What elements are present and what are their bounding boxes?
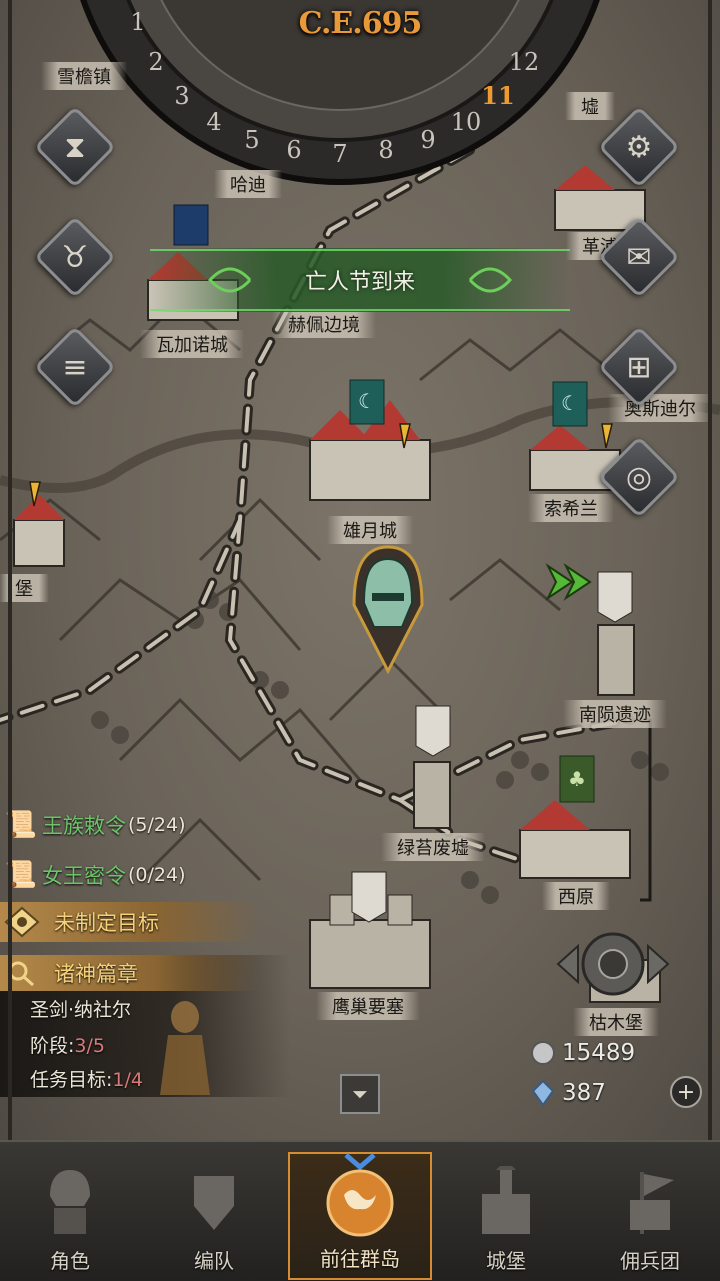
svg-text:7: 7 (332, 140, 347, 168)
player-helmet-marker[interactable] (352, 545, 424, 675)
helmet-shield-icon (179, 1161, 249, 1241)
knight-icon (35, 1161, 105, 1241)
lore-stage: 阶段:3/5 (30, 1035, 105, 1057)
svg-text:☾: ☾ (561, 391, 579, 415)
money-bag-icon: ♉ (61, 239, 89, 275)
location-hadao[interactable]: 哈迪 (214, 170, 282, 198)
collapse-icon: ⏷ (352, 1082, 368, 1106)
gear-icon: ⚙ (625, 129, 653, 165)
festival-text: 亡人节到来 (304, 270, 415, 295)
hourglass-icon: ⧗ (64, 129, 86, 165)
world-map[interactable]: ☾ ☾ ♣ 1 2 3 4 5 6 7 8 9 10 11 12 C.E.695… (0, 0, 720, 1140)
location-hepei[interactable]: 赫佩边境 (272, 310, 376, 338)
scroll-quest-icon: 📜 (4, 860, 38, 890)
tab-character[interactable]: 角色 (0, 1152, 140, 1280)
location-bao[interactable]: 堡 (0, 574, 49, 602)
hero-portrait-icon (160, 1001, 210, 1095)
location-xiongyue[interactable]: 雄月城 (327, 516, 413, 544)
svg-text:3: 3 (174, 82, 189, 110)
scroll-icon: ≡ (62, 349, 88, 385)
svg-text:2: 2 (148, 48, 163, 76)
lore-panel[interactable]: 诸神篇章 圣剑·纳社尔 阶段:3/5 任务目标:1/4 (0, 955, 290, 1097)
fortress-yingchao-icon (309, 871, 431, 989)
lore-header: 诸神篇章 (0, 955, 260, 991)
tower-nanyun-icon (597, 571, 635, 696)
tab-archipelago[interactable]: 前往群岛 (288, 1152, 432, 1280)
svg-text:8: 8 (378, 136, 393, 164)
lore-target: 任务目标:1/4 (30, 1069, 143, 1091)
tab-label: 编队 (194, 1249, 234, 1273)
locate-compass-button[interactable] (556, 928, 670, 1000)
location-aosidier[interactable]: 奥斯迪尔 (608, 394, 712, 422)
svg-text:6: 6 (286, 136, 301, 164)
add-crystal-button[interactable]: + (670, 1076, 702, 1108)
grid-icon: ⊞ (626, 349, 652, 385)
festival-banner: 亡人节到来 (150, 248, 570, 312)
lore-title: 诸神篇章 (54, 962, 138, 986)
svg-text:11: 11 (481, 81, 514, 110)
world-globe-icon (310, 1149, 410, 1239)
quest-title: 女王密令 (42, 864, 126, 888)
svg-text:4: 4 (206, 108, 221, 136)
crystal-amount: 387 (562, 1080, 606, 1106)
location-yingchao[interactable]: 鹰巢要塞 (316, 992, 420, 1020)
envelope-icon: ✉ (626, 239, 652, 275)
location-nanyun[interactable]: 南陨遗迹 (563, 700, 667, 728)
silver-resource: 15489 (528, 1038, 635, 1068)
svg-text:9: 9 (420, 126, 435, 154)
quest-count: (0/24) (128, 864, 186, 886)
crystal-resource: 387 (528, 1078, 606, 1108)
svg-text:♣: ♣ (568, 767, 586, 791)
tab-formation[interactable]: 编队 (144, 1152, 284, 1280)
location-gexu[interactable]: 墟 (565, 92, 615, 120)
location-kumu[interactable]: 枯木堡 (573, 1008, 659, 1036)
lore-name: 圣剑·纳社尔 (30, 999, 132, 1021)
quest-queen-secret[interactable]: 📜 女王密令 (0/24) (0, 854, 186, 896)
tab-mercenary[interactable]: 佣兵团 (580, 1152, 720, 1280)
era-label: C.E.695 (298, 6, 423, 41)
silver-amount: 15489 (562, 1040, 636, 1066)
location-wajianuo[interactable]: 瓦加诺城 (140, 330, 244, 358)
mercenary-banner-icon (615, 1161, 685, 1241)
location-suoxilan[interactable]: 索希兰 (528, 494, 614, 522)
tab-label: 角色 (50, 1249, 90, 1273)
quest-count: (5/24) (128, 814, 186, 836)
location-lvtai[interactable]: 绿苔废墟 (381, 833, 485, 861)
svg-text:☾: ☾ (358, 389, 376, 413)
quest-title: 王族敕令 (42, 814, 126, 838)
coin-icon: ◎ (625, 459, 653, 495)
crystal-icon (528, 1078, 558, 1108)
quest-royal-decree[interactable]: 📜 王族敕令 (5/24) (0, 804, 186, 846)
scroll-quest-icon: 📜 (4, 810, 38, 840)
tab-label: 城堡 (486, 1249, 526, 1273)
town-xiongyue-icon: ☾ (309, 379, 431, 501)
tab-label: 佣兵团 (620, 1249, 680, 1273)
svg-text:12: 12 (509, 48, 540, 76)
svg-text:10: 10 (451, 108, 482, 136)
silver-coin-icon (528, 1038, 558, 1068)
location-xiyuan[interactable]: 西原 (542, 882, 610, 910)
tab-label: 前往群岛 (320, 1247, 400, 1271)
collapse-button[interactable]: ⏷ (340, 1074, 380, 1114)
route-arrow-icon (545, 563, 592, 601)
goal-row[interactable]: 未制定目标 (0, 902, 260, 942)
search-icon (8, 961, 34, 987)
tab-castle[interactable]: 城堡 (436, 1152, 576, 1280)
svg-text:5: 5 (244, 126, 259, 154)
location-xuejizhen[interactable]: 雪檐镇 (41, 62, 127, 90)
bottom-nav: 角色 编队 前往群岛 城堡 佣兵团 (0, 1140, 720, 1281)
plus-icon: + (676, 1079, 696, 1105)
tower-lvtai-icon (413, 705, 451, 829)
castle-icon (471, 1161, 541, 1241)
goal-text: 未制定目标 (54, 911, 159, 935)
target-emblem-icon (4, 906, 40, 938)
